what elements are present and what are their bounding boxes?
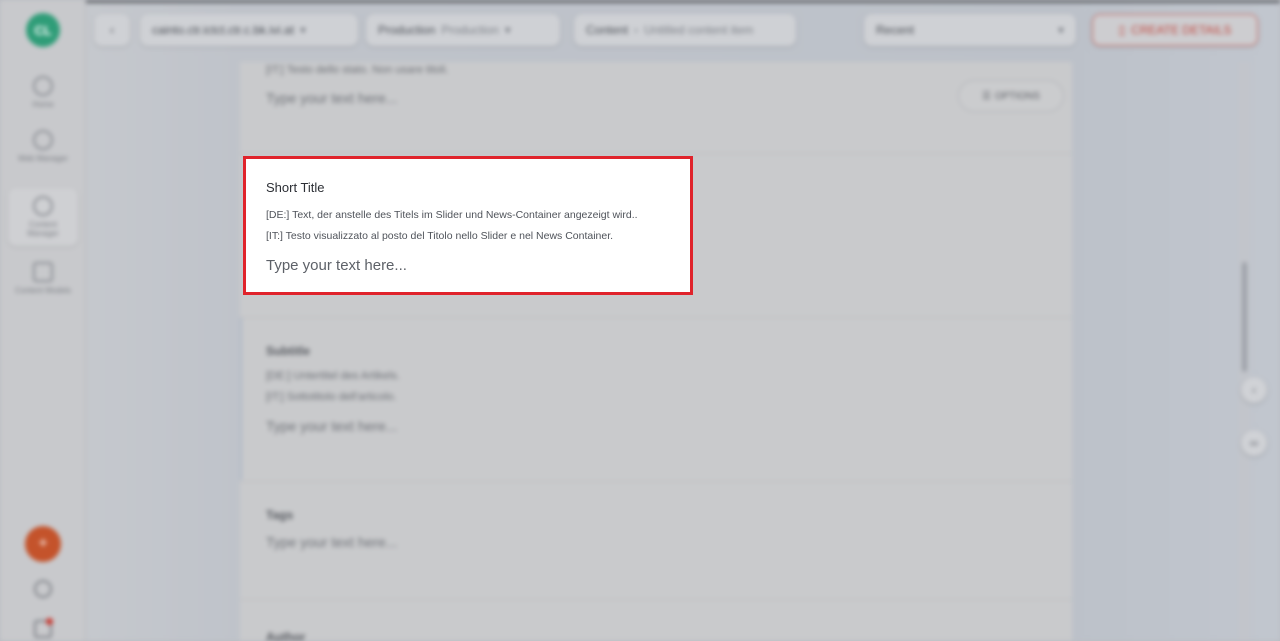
scrollbar-thumb[interactable] bbox=[1242, 262, 1247, 372]
help-icon[interactable] bbox=[34, 580, 52, 598]
field-title: Tags bbox=[266, 508, 294, 522]
field-title: Subtitle bbox=[266, 344, 310, 358]
short-title-field: Short Title [DE:] Text, der anstelle des… bbox=[243, 156, 693, 295]
sidebar-item-web-manager[interactable]: Web Manager bbox=[8, 122, 78, 180]
sidebar-item-content-manager[interactable]: Content Manager bbox=[8, 188, 78, 246]
sidebar-item-label: Web Manager bbox=[17, 154, 69, 163]
environment-select[interactable]: Production Production ▾ bbox=[366, 14, 560, 46]
link-button[interactable]: ∞ bbox=[1241, 430, 1267, 456]
field-title: Author bbox=[266, 630, 306, 641]
list-icon: ☰ bbox=[982, 90, 991, 102]
subtitle-section: Subtitle [DE:] Untertitel des Artikels. … bbox=[240, 318, 1072, 482]
sidebar-item-home[interactable]: Home bbox=[8, 68, 78, 126]
trash-icon: ▯ bbox=[1118, 23, 1126, 37]
workspace-name: cainto.ctr.ictct.ctr.c.bk.ivi.at bbox=[152, 23, 295, 37]
environment-label: Production bbox=[378, 23, 436, 37]
sidebar-item-label: Content Manager bbox=[27, 220, 59, 238]
create-details-label: CREATE DETAILS bbox=[1131, 23, 1232, 37]
home-icon bbox=[33, 76, 53, 96]
field-hint-it: [IT:] Testo visualizzato al posto del Ti… bbox=[266, 230, 614, 242]
workspace-select[interactable]: cainto.ctr.ictct.ctr.c.bk.ivi.at ▾ bbox=[140, 14, 358, 46]
create-details-button[interactable]: ▯ CREATE DETAILS bbox=[1092, 14, 1258, 46]
app-background: CL Home Web Manager Content Manager Cont… bbox=[0, 0, 1280, 641]
chevron-down-icon: ▾ bbox=[1057, 23, 1064, 37]
breadcrumb[interactable]: Content › Untitled content item bbox=[574, 14, 796, 46]
field-hint-de: [DE:] Text, der anstelle des Titels im S… bbox=[266, 209, 638, 221]
options-label: OPTIONS bbox=[994, 90, 1040, 102]
previous-field-section: [IT:] Testo dello stato. Non usare titol… bbox=[240, 62, 1072, 154]
grid-icon bbox=[33, 262, 53, 282]
field-hint: [IT:] Sottotitolo dell'articolo. bbox=[266, 391, 397, 403]
environment-value: Production bbox=[441, 23, 499, 37]
breadcrumb-current: Untitled content item bbox=[644, 23, 754, 37]
field-title: Short Title bbox=[266, 180, 325, 195]
breadcrumb-separator-icon: › bbox=[634, 23, 639, 37]
sidebar-item-label: Content Models bbox=[14, 286, 72, 295]
field-hint: [DE:] Untertitel des Artikels. bbox=[266, 370, 400, 382]
sidebar: CL Home Web Manager Content Manager Cont… bbox=[0, 0, 86, 641]
tags-input[interactable]: Type your text here... bbox=[266, 534, 398, 550]
globe-icon bbox=[33, 196, 53, 216]
section-accent-line bbox=[240, 318, 242, 480]
author-section: Author bbox=[240, 600, 1072, 641]
search-value: Recent bbox=[876, 23, 915, 37]
tags-section: Tags Type your text here... bbox=[240, 482, 1072, 600]
field-hint: [IT:] Testo dello stato. Non usare titol… bbox=[266, 64, 449, 76]
app-logo[interactable]: CL bbox=[26, 13, 60, 47]
chevron-down-icon: ▾ bbox=[504, 23, 511, 37]
chevron-left-icon: ‹ bbox=[110, 23, 114, 37]
top-bar: ‹ cainto.ctr.ictct.ctr.c.bk.ivi.at ▾ Pro… bbox=[86, 10, 1280, 50]
content-form: [IT:] Testo dello stato. Non usare titol… bbox=[240, 62, 1072, 641]
options-button[interactable]: ☰ OPTIONS bbox=[958, 80, 1064, 112]
previous-field-input[interactable]: Type your text here... bbox=[266, 90, 398, 106]
subtitle-input[interactable]: Type your text here... bbox=[266, 418, 398, 434]
link-icon: ∞ bbox=[1249, 436, 1259, 450]
collapse-panel-button[interactable]: ‹ bbox=[1241, 377, 1267, 403]
notification-badge bbox=[46, 618, 53, 625]
plus-icon: + bbox=[38, 535, 48, 552]
short-title-input[interactable] bbox=[266, 254, 666, 276]
back-button[interactable]: ‹ bbox=[94, 14, 130, 46]
add-button[interactable]: + bbox=[25, 526, 61, 562]
chevron-down-icon: ▾ bbox=[300, 23, 307, 37]
search-select[interactable]: Recent ▾ bbox=[864, 14, 1076, 46]
breadcrumb-parent: Content bbox=[586, 23, 629, 37]
sidebar-item-label: Home bbox=[32, 100, 54, 109]
chevron-left-icon: ‹ bbox=[1252, 383, 1256, 397]
globe-icon bbox=[33, 130, 53, 150]
window-frame bbox=[0, 0, 1280, 3]
sidebar-item-content-models[interactable]: Content Models bbox=[8, 254, 78, 312]
